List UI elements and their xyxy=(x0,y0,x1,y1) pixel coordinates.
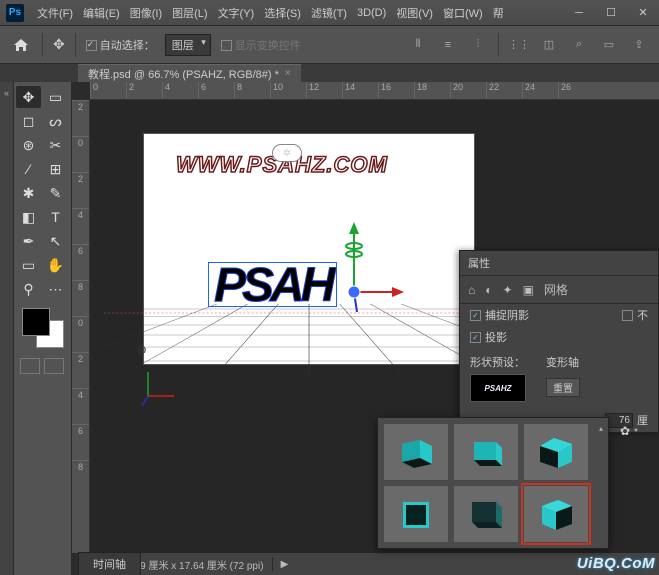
tab-timeline[interactable]: 时间轴 xyxy=(78,552,141,575)
crop-tool[interactable]: ✂ xyxy=(43,134,68,156)
pen-tool[interactable]: ✒ xyxy=(16,230,41,252)
heal-tool[interactable]: ✱ xyxy=(16,182,41,204)
preset-cube-4[interactable] xyxy=(384,486,448,542)
menu-window[interactable]: 窗口(W) xyxy=(438,5,488,21)
fg-color[interactable] xyxy=(22,308,50,336)
autoselect-check[interactable]: 自动选择： xyxy=(86,37,155,53)
prop-icon-fx[interactable]: ✦ xyxy=(503,283,513,297)
move-tool-icon: ✥ xyxy=(53,36,65,53)
menu-file[interactable]: 文件(F) xyxy=(32,5,78,21)
document-tab-title: 教程.psd @ 66.7% (PSAHZ, RGB/8#) * xyxy=(88,66,279,82)
brush-tool[interactable]: ✎ xyxy=(43,182,68,204)
3dmode-icon[interactable]: ◫ xyxy=(539,35,559,55)
prop-mesh-label: 网格 xyxy=(544,281,568,298)
preset-cube-6-selected[interactable] xyxy=(524,486,588,542)
menu-3d[interactable]: 3D(D) xyxy=(352,7,391,19)
menu-filter[interactable]: 滤镜(T) xyxy=(306,5,352,21)
share-icon[interactable]: ⇪ xyxy=(629,35,649,55)
menu-select[interactable]: 选择(S) xyxy=(259,5,306,21)
menu-layer[interactable]: 图层(L) xyxy=(167,5,212,21)
document-canvas[interactable]: WWW.PSAHZ.COM xyxy=(144,134,474,364)
scrollbar[interactable]: ▴ xyxy=(596,424,606,542)
preset-cube-1[interactable] xyxy=(384,424,448,480)
marquee-tool[interactable]: ◻ xyxy=(16,110,41,132)
path-tool[interactable]: ↖ xyxy=(43,230,68,252)
artboard-tool[interactable]: ▭ xyxy=(43,86,68,108)
distribute-icon[interactable]: ⋮⋮ xyxy=(509,35,529,55)
deform-axis-label: 变形轴 xyxy=(546,354,580,370)
bucket-tool[interactable]: ◧ xyxy=(16,206,41,228)
mini-axis xyxy=(138,366,178,409)
align-mid-icon[interactable]: ≡ xyxy=(438,35,458,55)
menu-image[interactable]: 图像(I) xyxy=(125,5,167,21)
prop-icon-light[interactable]: ◐ xyxy=(485,283,492,297)
cast-shadow-check[interactable]: ✓ xyxy=(470,332,481,343)
align-bot-icon[interactable]: ⫶ xyxy=(468,35,488,55)
move-tool[interactable]: ✥ xyxy=(16,86,41,108)
prop-icon-cube[interactable]: ▣ xyxy=(523,283,534,297)
more-tool[interactable]: ⋯ xyxy=(43,278,68,300)
type-tool[interactable]: T xyxy=(43,206,68,228)
close-button[interactable]: ✕ xyxy=(633,5,653,21)
shape-preset-thumb[interactable]: PSAHZ xyxy=(470,374,526,402)
workspace-icon[interactable]: ▭ xyxy=(599,35,619,55)
catch-shadow-check[interactable]: ✓ xyxy=(470,310,481,321)
view-indicator[interactable]: ✲ xyxy=(272,144,302,162)
shape-preset-label: 形状预设： xyxy=(470,354,526,370)
cast-shadow-label: 投影 xyxy=(485,329,507,345)
align-top-icon[interactable]: ⫴ xyxy=(408,35,428,55)
lasso-tool[interactable]: ᔕ xyxy=(43,110,68,132)
ruler-vertical[interactable]: 20246802468 xyxy=(72,100,90,553)
search-icon[interactable]: ⌕ xyxy=(569,35,589,55)
divider xyxy=(75,33,76,57)
frame-tool[interactable]: ⊞ xyxy=(43,158,68,180)
catch-shadow-label: 捕捉阴影 xyxy=(485,307,529,323)
properties-title: 属性 xyxy=(468,255,490,271)
minimize-button[interactable]: ─ xyxy=(569,5,589,21)
screenmode-2[interactable] xyxy=(44,358,64,374)
close-tab-icon[interactable]: × xyxy=(285,68,291,79)
home-button[interactable] xyxy=(10,34,32,56)
collapse-strip-icon[interactable]: « xyxy=(0,88,13,98)
app-icon: Ps xyxy=(6,4,24,22)
eyedropper-tool[interactable]: ⁄ xyxy=(16,158,41,180)
document-tab-row: 教程.psd @ 66.7% (PSAHZ, RGB/8#) * × xyxy=(0,64,659,82)
titlebar: Ps 文件(F) 编辑(E) 图像(I) 图层(L) 文字(Y) 选择(S) 滤… xyxy=(0,0,659,26)
autoselect-target[interactable]: 图层 xyxy=(165,34,211,56)
toolbox: ✥ ▭ ◻ ᔕ ⊛ ✂ ⁄ ⊞ ✱ ✎ ◧ T ✒ ↖ ▭ ✋ ⚲ ⋯ xyxy=(14,82,72,575)
menu-type[interactable]: 文字(Y) xyxy=(213,5,260,21)
bu-label: 不 xyxy=(637,307,648,323)
reset-button[interactable]: 重置 xyxy=(546,378,580,397)
quickselect-tool[interactable]: ⊛ xyxy=(16,134,41,156)
3d-axis-widget[interactable] xyxy=(324,222,404,315)
menu-view[interactable]: 视图(V) xyxy=(391,5,438,21)
zoom-tool[interactable]: ⚲ xyxy=(16,278,41,300)
preset-cube-2[interactable] xyxy=(454,424,518,480)
properties-panel: 属性 ⌂ ◐ ✦ ▣ 网格 ✓ 捕捉阴影 ✓ 不 ✓ 投影 形状预设： PSAH… xyxy=(459,250,659,433)
left-strip: « xyxy=(0,82,14,575)
options-bar: ✥ 自动选择： 图层 显示变换控件 ⫴ ≡ ⫶ ⋮⋮ ◫ ⌕ ▭ ⇪ xyxy=(0,26,659,64)
color-swatch[interactable] xyxy=(22,308,64,348)
shape-preset-popup: ✿﹡ ▴ xyxy=(377,417,609,549)
hand-tool[interactable]: ✋ xyxy=(43,254,68,276)
preset-cube-5[interactable] xyxy=(454,486,518,542)
maximize-button[interactable]: ☐ xyxy=(601,5,621,21)
bu-check[interactable]: ✓ xyxy=(622,310,633,321)
secondary-view-origin[interactable]: ⊕ xyxy=(136,342,147,358)
show-transform-check[interactable]: 显示变换控件 xyxy=(221,37,301,53)
shape-tool[interactable]: ▭ xyxy=(16,254,41,276)
text-3d-layer[interactable]: PSAH xyxy=(214,258,331,313)
document-tab[interactable]: 教程.psd @ 66.7% (PSAHZ, RGB/8#) * × xyxy=(78,64,301,82)
preset-cube-3[interactable] xyxy=(524,424,588,480)
gear-icon[interactable]: ✿﹡ xyxy=(620,422,642,439)
menu-help[interactable]: 帮 xyxy=(488,5,509,21)
site-watermark: UiBQ.CoM xyxy=(577,555,655,572)
timeline-bar: 时间轴 xyxy=(0,553,659,575)
screenmode-1[interactable] xyxy=(20,358,40,374)
prop-icon-home[interactable]: ⌂ xyxy=(468,283,475,297)
ruler-horizontal[interactable]: 02468101214161820222426 xyxy=(90,82,659,100)
divider xyxy=(498,33,499,57)
menu-edit[interactable]: 编辑(E) xyxy=(78,5,125,21)
divider xyxy=(42,33,43,57)
